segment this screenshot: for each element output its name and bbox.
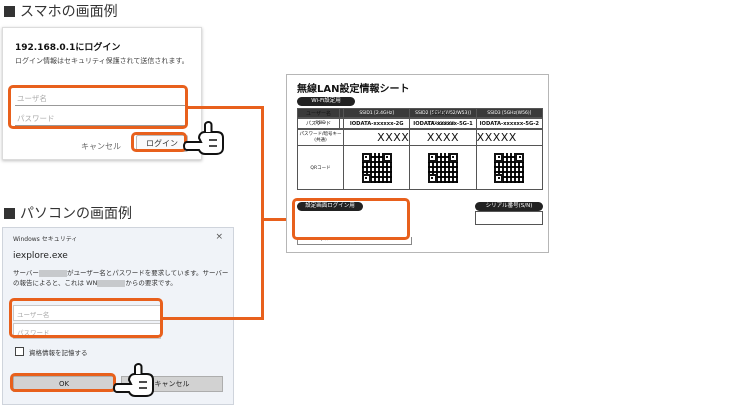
window-caption: Windows セキュリティ <box>13 236 78 243</box>
qr-code-icon <box>494 152 525 183</box>
cancel-button[interactable]: キャンセル <box>81 141 121 152</box>
connector-line <box>163 317 264 320</box>
serial-box <box>475 211 543 225</box>
sheet-title: 無線LAN設定情報シート <box>297 84 410 95</box>
table-row: パスワード XXXXXXXX <box>297 118 543 129</box>
square-bullet-icon <box>4 207 15 219</box>
table-row: ユーザー名 XXXXX <box>297 108 543 119</box>
square-bullet-icon <box>4 5 15 17</box>
qr-code-icon <box>361 152 392 183</box>
pc-ok-highlight <box>10 373 116 392</box>
login-table: ユーザー名 XXXXX パスワード XXXXXXXX <box>297 108 543 129</box>
table-row: パスワード/暗号キー (共通) XXXX XXXX XXXXX <box>297 129 544 146</box>
dialog-message: サーバー がユーザー名とパスワードを要求しています。サーバーの報告によると、これは… <box>13 269 229 287</box>
phone-login-highlight <box>131 132 187 152</box>
pointing-hand-icon <box>183 120 224 155</box>
smartphone-section-title: スマホの画面例 <box>4 1 118 21</box>
remember-checkbox[interactable] <box>15 347 24 356</box>
phone-fields-highlight <box>8 85 188 129</box>
app-name: iexplore.exe <box>13 251 68 261</box>
dialog-title: 192.168.0.1にログイン <box>15 43 121 53</box>
pointing-hand-icon <box>113 362 154 397</box>
pc-section-title: パソコンの画面例 <box>4 203 132 223</box>
connector-line <box>261 106 264 221</box>
qr-code-icon <box>427 152 458 183</box>
wifi-pill: Wi-Fi設定用 <box>297 97 355 106</box>
sheet-login-highlight <box>292 198 410 240</box>
serial-pill: シリアル番号(S/N) <box>475 202 543 211</box>
table-row: QRコード <box>297 145 544 190</box>
close-icon[interactable]: × <box>215 232 223 242</box>
redacted-block <box>38 269 67 277</box>
dialog-message: ログイン情報はセキュリティ保護されて送信されます。 <box>15 57 189 65</box>
pc-fields-highlight <box>9 298 163 338</box>
remember-label: 資格情報を記憶する <box>29 349 88 357</box>
connector-line <box>261 220 264 320</box>
connector-line <box>188 106 264 109</box>
redacted-block <box>97 279 126 287</box>
